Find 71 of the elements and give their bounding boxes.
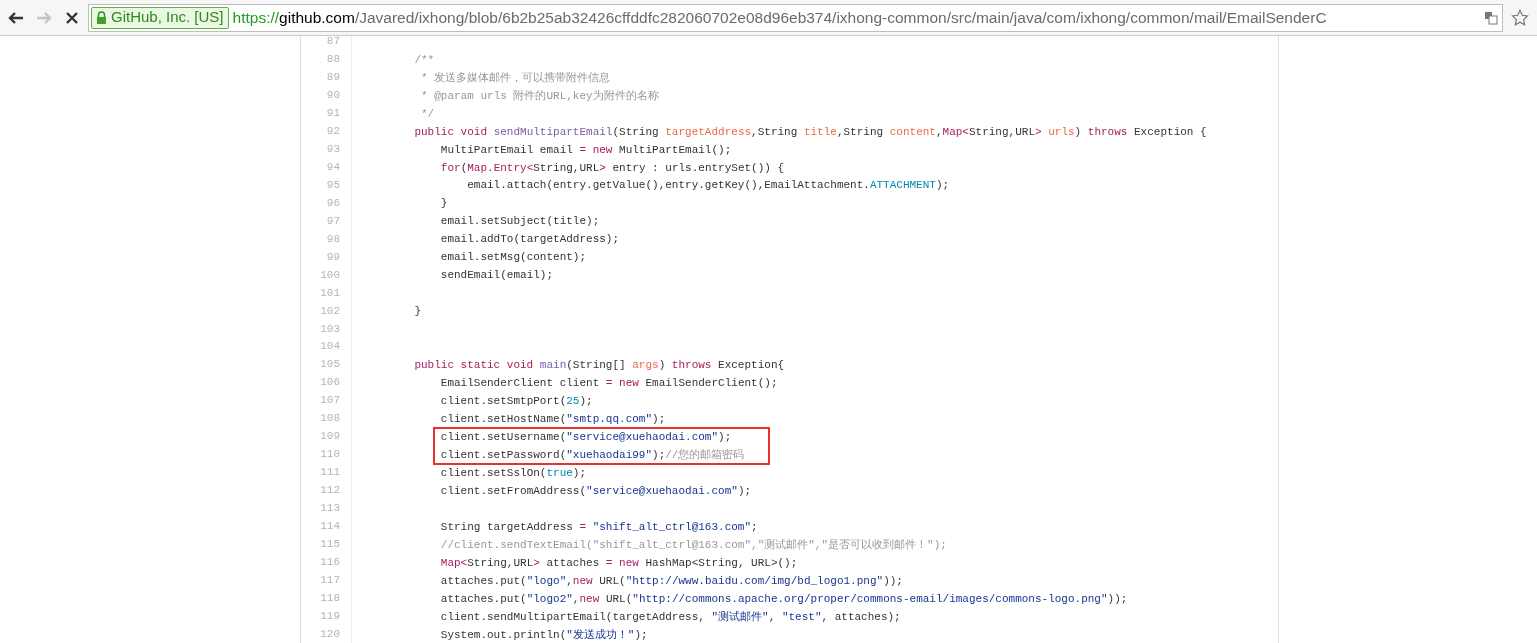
code-line: client.setHostName("smtp.qq.com"); (440, 412, 666, 428)
code-line: */ (421, 106, 435, 122)
line-number: 116 (301, 554, 352, 573)
line-number: 108 (301, 410, 352, 429)
line-number: 92 (301, 122, 352, 141)
code-line: } (414, 304, 421, 320)
url-text: https://github.com/Javared/ixhong/blob/6b2b25ab32426cffddfc282060702e08d96eb374/ixhong-common/src/main/java/com/ixhong/common/mail/EmailSenderC (232, 7, 1328, 28)
code-line: email.addTo(targetAddress); (440, 232, 620, 248)
line-number: 100 (301, 266, 352, 285)
code-line: client.setPassword("xuehaodai99");//您的邮箱密码 (440, 448, 745, 463)
code-line: email.setMsg(content); (440, 250, 587, 266)
line-number: 106 (301, 374, 352, 393)
line-number: 105 (301, 356, 352, 375)
line-number: 94 (301, 158, 352, 177)
line-number: 118 (301, 590, 352, 608)
line-number: 93 (301, 140, 352, 159)
line-number: 97 (301, 212, 352, 231)
line-number: 107 (301, 392, 352, 411)
line-number: 120 (301, 625, 352, 643)
code-line: //client.sendTextEmail("shift_alt_ctrl@163.com","测试邮件","是否可以收到邮件！"); (440, 537, 947, 553)
code-line: client.sendMultipartEmail(targetAddress, "测试邮件", "test", attaches); (440, 609, 901, 625)
line-number: 102 (301, 302, 352, 321)
line-number: 91 (301, 104, 352, 123)
code-line: email.setSubject(title); (440, 214, 600, 230)
line-number: 117 (301, 572, 352, 591)
line-number: 119 (301, 608, 352, 626)
line-number: 89 (301, 68, 352, 87)
line-number: 98 (301, 230, 352, 249)
security-badge[interactable]: GitHub, Inc. [US] (91, 6, 229, 29)
code-line: client.setSmtpPort(25); (440, 394, 593, 410)
code-line: attaches.put("logo2",new URL("http://commons.apache.org/proper/commons-email/images/commons-logo.png")); (440, 591, 1128, 607)
code-line: public void sendMultipartEmail(String targetAddress,String title,String content,Map<String,URL> urls) throws Exception { (414, 124, 1207, 140)
line-number: 95 (301, 176, 352, 195)
code-line: MultiPartEmail email = new MultiPartEmail(); (440, 142, 732, 158)
line-number: 114 (301, 518, 352, 537)
line-number: 90 (301, 86, 352, 105)
code-line: client.setSslOn(true); (440, 466, 587, 481)
line-number: 88 (301, 50, 352, 69)
code-line: for(Map.Entry<String,URL> entry : urls.entrySet()) { (440, 160, 785, 176)
code-line: Map<String,URL> attaches = new HashMap<String, URL>(); (440, 555, 798, 571)
line-number: 99 (301, 248, 352, 267)
code-line: client.setFromAddress("service@xuehaodai.com"); (440, 483, 752, 499)
translate-icon[interactable] (1484, 10, 1498, 25)
star-icon[interactable] (1511, 8, 1529, 27)
code-line: public static void main(String[] args) throws Exception{ (414, 358, 785, 374)
code-line: EmailSenderClient client = new EmailSenderClient(); (440, 376, 778, 392)
line-number: 103 (301, 320, 352, 339)
line-number: 112 (301, 482, 352, 501)
line-number: 101 (301, 284, 352, 303)
code-line: email.attach(entry.getValue(),entry.getKey(),EmailAttachment.ATTACHMENT); (467, 178, 950, 194)
code-line: System.out.println("发送成功！"); (440, 627, 648, 643)
line-number: 115 (301, 536, 352, 555)
line-number: 104 (301, 338, 352, 357)
code-line: sendEmail(email); (440, 268, 554, 284)
line-number: 87 (301, 36, 352, 51)
line-number: 96 (301, 194, 352, 213)
code-line: /** (414, 52, 435, 68)
line-number: 113 (301, 500, 352, 519)
code-line: String targetAddress = "shift_alt_ctrl@163.com"; (440, 519, 758, 535)
line-number: 110 (301, 446, 352, 465)
line-number: 109 (301, 428, 352, 447)
code-line: attaches.put("logo",new URL("http://www.baidu.com/img/bd_logo1.png")); (440, 573, 903, 589)
code-line: } (440, 196, 448, 212)
stop-icon[interactable] (65, 10, 79, 25)
code-line: * 发送多媒体邮件，可以携带附件信息 (421, 70, 611, 86)
line-number: 111 (301, 464, 352, 483)
code-line: * @param urls 附件的URL,key为附件的名称 (421, 88, 659, 104)
code-line: client.setUsername("service@xuehaodai.com"); (440, 430, 732, 446)
lock-icon (96, 10, 107, 25)
address-bar[interactable]: GitHub, Inc. [US] https://github.com/Javared/ixhong/blob/6b2b25ab32426cffddfc282060702e08d96eb374/ixhong-common/src/main/java/com/ixhong/common/mail/EmailSenderC (88, 3, 1503, 32)
back-arrow-icon[interactable] (7, 9, 25, 26)
